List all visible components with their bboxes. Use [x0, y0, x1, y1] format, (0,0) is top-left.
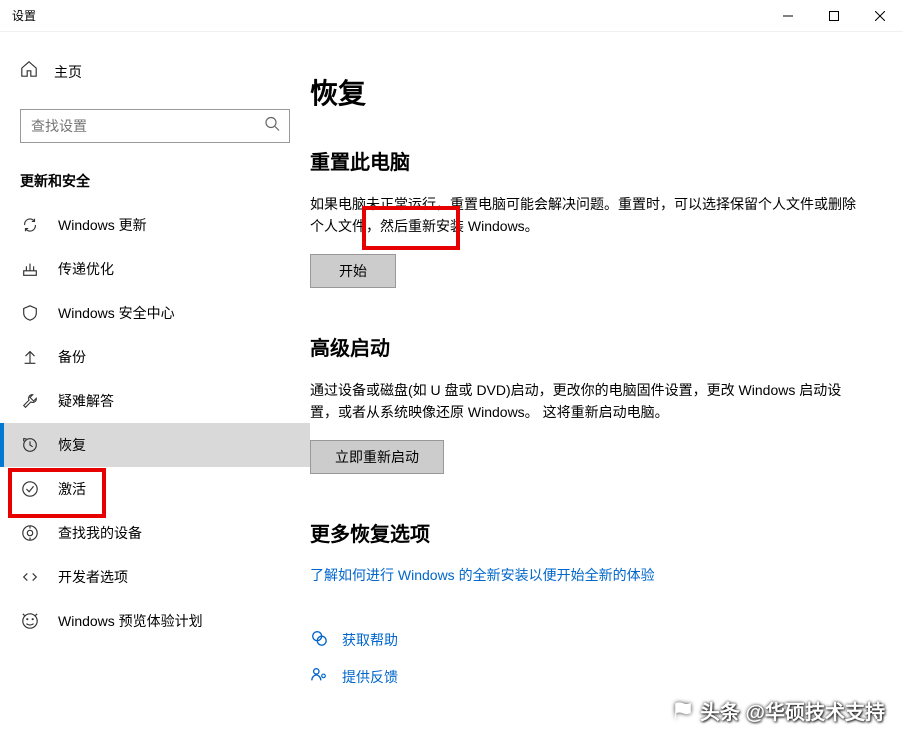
sidebar-item-delivery-optimization[interactable]: 传递优化: [0, 247, 310, 291]
sidebar-item-for-developers[interactable]: 开发者选项: [0, 555, 310, 599]
sidebar-item-windows-update[interactable]: Windows 更新: [0, 203, 310, 247]
sidebar-item-label: 传递优化: [58, 259, 114, 279]
sidebar-section-header: 更新和安全: [0, 171, 310, 203]
reset-pc-section: 重置此电脑 如果电脑未正常运行，重置电脑可能会解决问题。重置时，可以选择保留个人…: [310, 146, 863, 288]
recovery-icon: [20, 436, 40, 454]
main-content: 恢复 重置此电脑 如果电脑未正常运行，重置电脑可能会解决问题。重置时，可以选择保…: [310, 32, 903, 735]
give-feedback-link[interactable]: 提供反馈: [310, 666, 863, 689]
sidebar-item-label: 疑难解答: [58, 391, 114, 411]
delivery-icon: [20, 260, 40, 278]
close-button[interactable]: [857, 0, 903, 32]
shield-icon: [20, 304, 40, 322]
sidebar-item-label: 恢复: [58, 435, 86, 455]
search-input[interactable]: [20, 109, 290, 143]
sidebar-item-label: Windows 预览体验计划: [58, 611, 203, 631]
sidebar-item-activation[interactable]: 激活: [0, 467, 310, 511]
more-recovery-section: 更多恢复选项 了解如何进行 Windows 的全新安装以便开始全新的体验: [310, 518, 863, 585]
wrench-icon: [20, 392, 40, 410]
watermark-text: 头条 @华硕技术支持: [700, 696, 885, 725]
give-feedback-label: 提供反馈: [342, 667, 398, 687]
sidebar-item-label: Windows 安全中心: [58, 303, 175, 323]
fresh-install-link[interactable]: 了解如何进行 Windows 的全新安装以便开始全新的体验: [310, 567, 655, 583]
search-icon: [264, 116, 280, 137]
titlebar: 设置: [0, 0, 903, 32]
sidebar-item-label: 激活: [58, 479, 86, 499]
window-title: 设置: [12, 7, 36, 24]
advanced-startup-description: 通过设备或磁盘(如 U 盘或 DVD)启动，更改你的电脑固件设置，更改 Wind…: [310, 379, 863, 424]
help-icon: [310, 629, 328, 652]
get-help-link[interactable]: 获取帮助: [310, 629, 863, 652]
sidebar-item-troubleshoot[interactable]: 疑难解答: [0, 379, 310, 423]
get-help-label: 获取帮助: [342, 630, 398, 650]
location-icon: [20, 524, 40, 542]
sidebar-item-windows-security[interactable]: Windows 安全中心: [0, 291, 310, 335]
advanced-startup-section: 高级启动 通过设备或磁盘(如 U 盘或 DVD)启动，更改你的电脑固件设置，更改…: [310, 332, 863, 474]
watermark: 头条 @华硕技术支持: [672, 696, 885, 725]
sidebar-item-label: 开发者选项: [58, 567, 128, 587]
page-title: 恢复: [310, 72, 863, 112]
reset-pc-description: 如果电脑未正常运行，重置电脑可能会解决问题。重置时，可以选择保留个人文件或删除个…: [310, 193, 863, 238]
sidebar-item-backup[interactable]: 备份: [0, 335, 310, 379]
home-link[interactable]: 主页: [0, 52, 310, 91]
home-icon: [20, 60, 38, 83]
sidebar-item-label: Windows 更新: [58, 215, 147, 235]
sidebar-item-label: 备份: [58, 347, 86, 367]
sidebar-item-label: 查找我的设备: [58, 523, 142, 543]
search-box: [20, 109, 290, 143]
insider-icon: [20, 612, 40, 630]
more-recovery-title: 更多恢复选项: [310, 518, 863, 547]
advanced-startup-title: 高级启动: [310, 332, 863, 361]
sidebar-item-recovery[interactable]: 恢复: [0, 423, 310, 467]
code-icon: [20, 568, 40, 586]
sync-icon: [20, 216, 40, 234]
advanced-startup-restart-button[interactable]: 立即重新启动: [310, 440, 444, 474]
backup-icon: [20, 348, 40, 366]
window-controls: [765, 0, 903, 32]
footer-links: 获取帮助 提供反馈: [310, 629, 863, 689]
check-circle-icon: [20, 480, 40, 498]
feedback-icon: [310, 666, 328, 689]
sidebar-item-find-my-device[interactable]: 查找我的设备: [0, 511, 310, 555]
reset-pc-title: 重置此电脑: [310, 146, 863, 175]
sidebar: 主页 更新和安全 Windows 更新 传递优化 Windows 安全中心 备份: [0, 32, 310, 735]
reset-pc-start-button[interactable]: 开始: [310, 254, 396, 288]
maximize-button[interactable]: [811, 0, 857, 32]
minimize-button[interactable]: [765, 0, 811, 32]
sidebar-item-windows-insider[interactable]: Windows 预览体验计划: [0, 599, 310, 643]
home-label: 主页: [54, 62, 82, 82]
